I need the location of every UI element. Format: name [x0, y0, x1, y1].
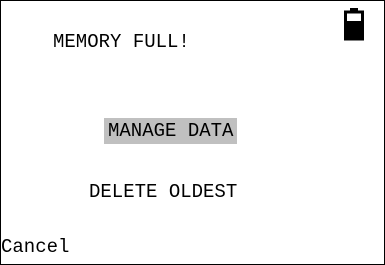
manage-data-option[interactable]: MANAGE DATA [104, 118, 238, 144]
cancel-softkey[interactable]: Cancel [1, 235, 69, 259]
device-screen: MEMORY FULL! MANAGE DATA DELETE OLDEST C… [0, 0, 385, 265]
memory-full-title: MEMORY FULL! [53, 31, 190, 53]
battery-icon [344, 8, 364, 41]
delete-oldest-option[interactable]: DELETE OLDEST [87, 179, 239, 205]
